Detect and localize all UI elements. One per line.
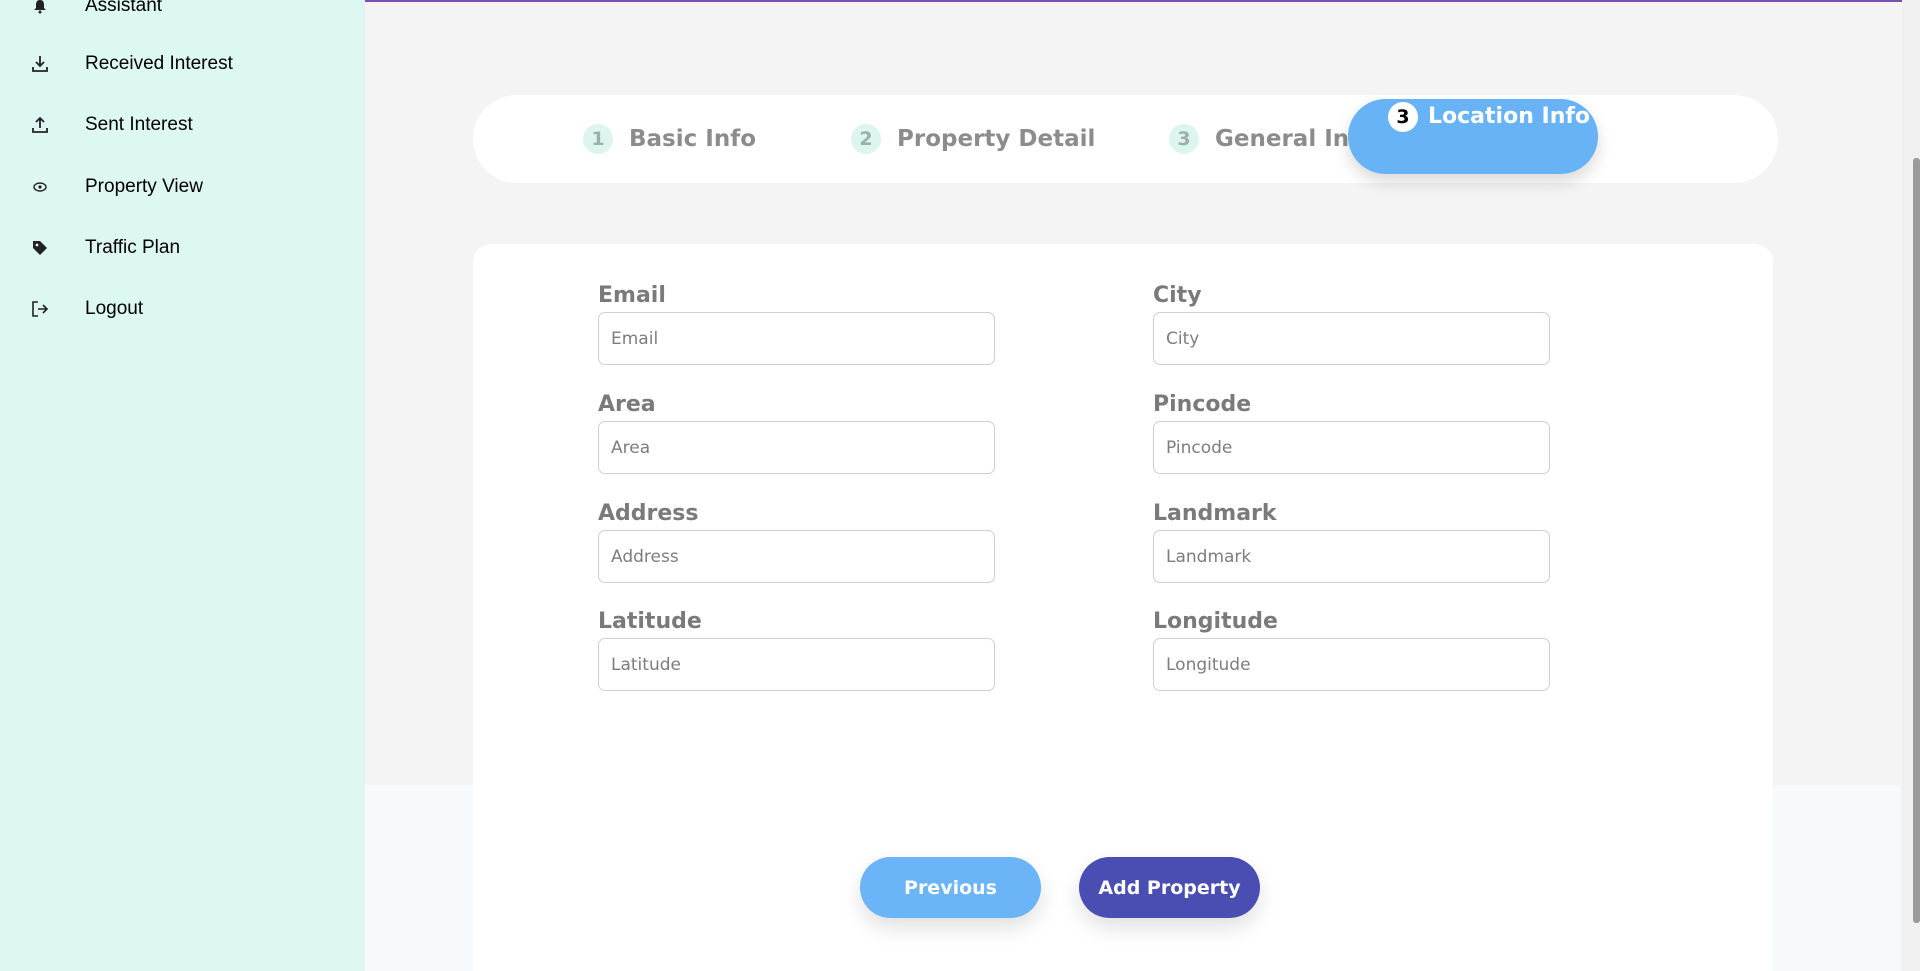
bell-icon — [28, 0, 52, 18]
sidebar-item-label: Assistant — [85, 0, 163, 16]
address-field-group: Address — [598, 500, 995, 583]
step-number: 2 — [851, 124, 881, 154]
upload-icon — [28, 113, 52, 137]
sidebar-item-property-view[interactable]: Property View — [0, 167, 365, 207]
sidebar: Assistant Received Interest Sent Interes… — [0, 0, 365, 971]
sidebar-item-received-interest[interactable]: Received Interest — [0, 44, 365, 84]
step-basic-info[interactable]: 1 Basic Info — [583, 95, 756, 183]
sidebar-item-label: Sent Interest — [85, 114, 193, 135]
sidebar-item-sent-interest[interactable]: Sent Interest — [0, 105, 365, 145]
landmark-input[interactable] — [1153, 530, 1550, 583]
email-field-group: Email — [598, 282, 995, 365]
latitude-label: Latitude — [598, 609, 702, 634]
download-icon — [28, 52, 52, 76]
sidebar-item-label: Received Interest — [85, 53, 233, 74]
area-field-group: Area — [598, 391, 995, 474]
landmark-field-group: Landmark — [1153, 500, 1550, 583]
step-location-info[interactable]: 3 Location Info — [1348, 99, 1598, 174]
longitude-label: Longitude — [1153, 609, 1278, 634]
landmark-label: Landmark — [1153, 501, 1277, 526]
sidebar-item-label: Traffic Plan — [85, 237, 181, 258]
area-label: Area — [598, 392, 656, 417]
area-input[interactable] — [598, 421, 995, 474]
longitude-field-group: Longitude — [1153, 608, 1550, 691]
email-input[interactable] — [598, 312, 995, 365]
step-label: Property Detail — [897, 126, 1096, 152]
address-label: Address — [598, 501, 699, 526]
step-label: Basic Info — [629, 126, 757, 152]
step-label: Location Info — [1428, 104, 1591, 129]
eye-icon — [28, 175, 52, 199]
sidebar-item-label: Property View — [85, 176, 203, 197]
city-field-group: City — [1153, 282, 1550, 365]
city-label: City — [1153, 283, 1202, 308]
email-label: Email — [598, 283, 666, 308]
latitude-field-group: Latitude — [598, 608, 995, 691]
city-input[interactable] — [1153, 312, 1550, 365]
latitude-input[interactable] — [598, 638, 995, 691]
pincode-label: Pincode — [1153, 392, 1252, 417]
logout-icon — [28, 297, 52, 321]
tag-icon — [28, 236, 52, 260]
step-number: 3 — [1169, 124, 1199, 154]
sidebar-item-assistant[interactable]: Assistant — [0, 0, 365, 26]
step-number: 3 — [1388, 102, 1418, 132]
previous-button[interactable]: Previous — [860, 857, 1041, 918]
pincode-input[interactable] — [1153, 421, 1550, 474]
longitude-input[interactable] — [1153, 638, 1550, 691]
step-general-info[interactable]: 3 General Info — [1169, 95, 1375, 183]
pincode-field-group: Pincode — [1153, 391, 1550, 474]
step-number: 1 — [583, 124, 613, 154]
add-property-button[interactable]: Add Property — [1079, 857, 1260, 918]
sidebar-item-traffic-plan[interactable]: Traffic Plan — [0, 228, 365, 268]
step-property-detail[interactable]: 2 Property Detail — [851, 95, 1095, 183]
sidebar-item-logout[interactable]: Logout — [0, 289, 365, 329]
scrollbar-thumb[interactable] — [1913, 158, 1920, 923]
top-border — [365, 0, 1920, 2]
address-input[interactable] — [598, 530, 995, 583]
sidebar-item-label: Logout — [85, 298, 144, 319]
